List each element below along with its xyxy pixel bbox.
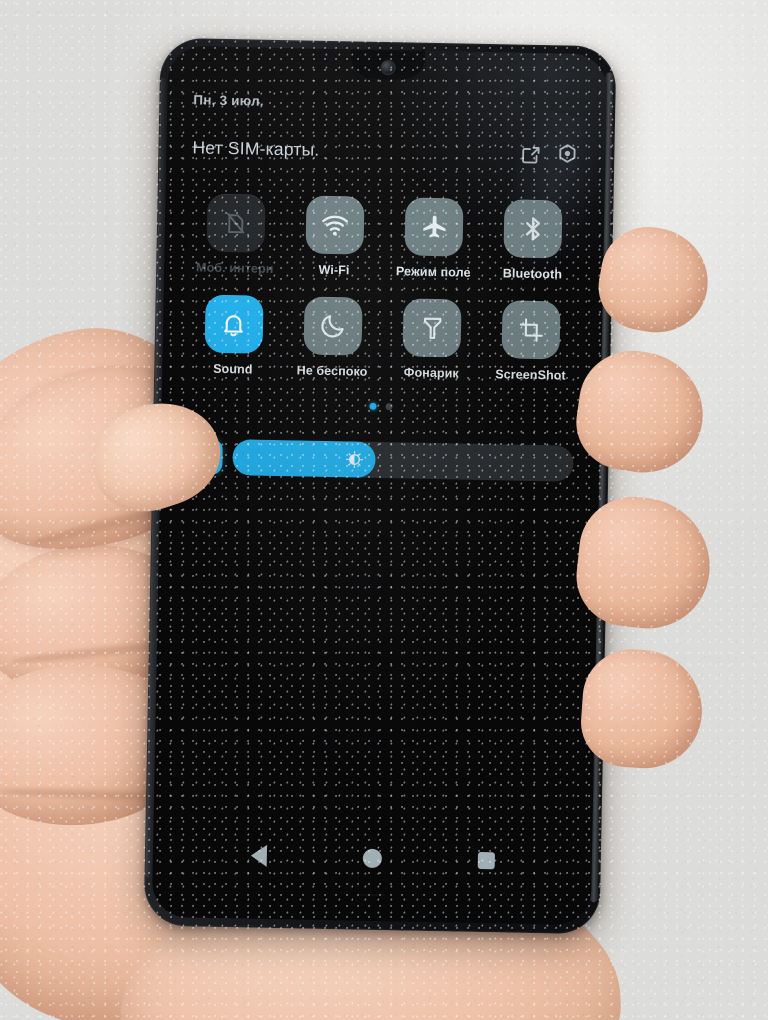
tile-label: Sound [213,361,253,377]
status-date: Пн, 3 июл. [193,92,264,109]
brightness-slider-fill[interactable] [232,439,377,478]
tile-label: ScreenShot [495,367,566,383]
tile-button[interactable] [204,294,264,354]
flashlight-icon [418,314,446,342]
bluetooth-icon [519,215,548,244]
tile-button[interactable] [206,193,266,253]
brightness-row: A [186,438,574,482]
quick-settings-panel: Пн, 3 июл. Нет SIM-карты. Моб. интерн Wi… [160,46,607,482]
quick-settings-header: Нет SIM-карты. [192,135,579,166]
page-indicator [187,399,574,413]
tile-flashlight[interactable]: Фонарик [387,298,478,381]
tile-label: Не беспоко [296,363,368,379]
tile-wifi[interactable]: Wi-Fi [289,195,380,278]
page-dot-active[interactable] [369,402,377,410]
edit-icon[interactable] [518,142,541,165]
phone-device: Пн, 3 июл. Нет SIM-карты. Моб. интерн Wi… [143,37,617,935]
screenshot-icon [518,316,546,344]
navigation-bar [153,843,592,873]
auto-brightness-button[interactable]: A [186,438,223,475]
mobile-data-off-icon [222,209,250,237]
carrier-label: Нет SIM-карты. [192,136,320,160]
tile-label: Режим поле [395,264,471,280]
airplane-icon [419,212,449,242]
phone-screen: Пн, 3 июл. Нет SIM-карты. Моб. интерн Wi… [151,45,608,926]
tile-button[interactable] [402,298,462,358]
recents-button[interactable] [477,851,495,869]
tile-label: Bluetooth [502,266,563,282]
tile-mobile-data[interactable]: Моб. интерн [190,193,281,276]
page-dot[interactable] [385,403,393,411]
home-button[interactable] [362,848,382,868]
tile-sound[interactable]: Sound [188,294,279,377]
bell-icon [220,310,248,338]
quick-settings-actions [518,142,579,167]
brightness-slider[interactable] [232,439,574,482]
tile-bluetooth[interactable]: Bluetooth [488,199,579,282]
settings-icon[interactable] [555,142,579,166]
tile-label: Моб. интерн [195,260,274,276]
moon-icon [319,312,348,341]
tile-button[interactable] [303,296,363,356]
wifi-icon [320,210,351,241]
tile-label: Wi-Fi [318,262,350,278]
brightness-icon [346,450,364,468]
tile-do-not-disturb[interactable]: Не беспоко [287,296,378,379]
tile-button[interactable] [305,195,365,255]
tile-button[interactable] [404,197,464,257]
tile-airplane-mode[interactable]: Режим поле [388,197,479,280]
speaker-grille [358,893,385,897]
tile-label: Фонарик [403,365,459,381]
photo-scene: Пн, 3 июл. Нет SIM-карты. Моб. интерн Wi… [0,0,768,1020]
tile-grid: Моб. интерн Wi-Fi Режим поле Bluetooth S… [188,193,579,383]
back-button[interactable] [250,844,267,867]
tile-button[interactable] [503,199,563,259]
tile-screenshot[interactable]: ScreenShot [486,300,577,383]
tile-button[interactable] [501,300,561,360]
